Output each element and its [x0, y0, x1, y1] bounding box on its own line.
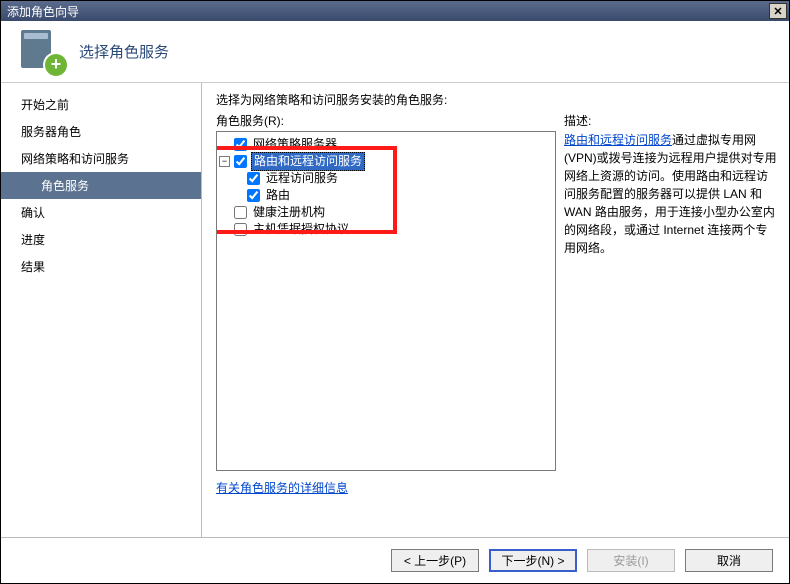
step-nps-access[interactable]: 网络策略和访问服务: [1, 145, 201, 172]
checkbox-hra[interactable]: [234, 206, 247, 219]
wizard-header: + 选择角色服务: [1, 21, 789, 83]
tree-item-remote-access[interactable]: 远程访问服务: [219, 170, 553, 187]
prev-button[interactable]: < 上一步(P): [391, 549, 479, 572]
page-title: 选择角色服务: [79, 41, 169, 62]
wizard-icon: +: [21, 30, 65, 74]
description-area: 描述: 路由和远程访问服务通过虚拟专用网(VPN)或拨号连接为远程用户提供对专用…: [564, 112, 777, 537]
more-info-row: 有关角色服务的详细信息: [216, 479, 556, 496]
tree-item-nps[interactable]: 网络策略服务器: [219, 136, 553, 153]
tree-label: 网络策略服务器: [251, 136, 339, 153]
checkbox-nps[interactable]: [234, 138, 247, 151]
checkbox-hcap[interactable]: [234, 223, 247, 236]
tree-label: 路由和远程访问服务: [251, 152, 365, 171]
wizard-body: 开始之前 服务器角色 网络策略和访问服务 角色服务 确认 进度 结果 选择为网络…: [1, 83, 789, 537]
role-services-area: 角色服务(R): 网络策略服务器 − 路由和远程访问服务: [216, 112, 556, 537]
tree-label: 远程访问服务: [264, 170, 340, 187]
close-icon: ✕: [773, 5, 782, 18]
tree-item-hcap[interactable]: 主机凭据授权协议: [219, 221, 553, 238]
step-progress[interactable]: 进度: [1, 226, 201, 253]
checkbox-rras[interactable]: [234, 155, 247, 168]
steps-sidebar: 开始之前 服务器角色 网络策略和访问服务 角色服务 确认 进度 结果: [1, 83, 201, 537]
cancel-button[interactable]: 取消: [685, 549, 773, 572]
wizard-footer: < 上一步(P) 下一步(N) > 安装(I) 取消: [1, 537, 789, 583]
content-pane: 选择为网络策略和访问服务安装的角色服务: 角色服务(R): 网络策略服务器 −: [201, 83, 789, 537]
tree-label: 主机凭据授权协议: [251, 221, 351, 238]
description-link[interactable]: 路由和远程访问服务: [564, 133, 672, 147]
close-button[interactable]: ✕: [769, 3, 787, 19]
window-title: 添加角色向导: [7, 3, 79, 20]
step-confirm[interactable]: 确认: [1, 199, 201, 226]
role-services-tree[interactable]: 网络策略服务器 − 路由和远程访问服务 远程访问服务: [216, 131, 556, 471]
tree-item-routing[interactable]: 路由: [219, 187, 553, 204]
checkbox-remote-access[interactable]: [247, 172, 260, 185]
role-services-label: 角色服务(R):: [216, 112, 556, 129]
tree-item-rras[interactable]: − 路由和远程访问服务: [219, 153, 553, 170]
tree-label: 健康注册机构: [251, 204, 327, 221]
instruction-text: 选择为网络策略和访问服务安装的角色服务:: [216, 91, 777, 108]
description-text: 路由和远程访问服务通过虚拟专用网(VPN)或拨号连接为远程用户提供对专用网络上资…: [564, 131, 777, 257]
wizard-window: 添加角色向导 ✕ + 选择角色服务 开始之前 服务器角色 网络策略和访问服务 角…: [0, 0, 790, 584]
step-role-services[interactable]: 角色服务: [1, 172, 201, 199]
content-row: 角色服务(R): 网络策略服务器 − 路由和远程访问服务: [216, 112, 777, 537]
install-button: 安装(I): [587, 549, 675, 572]
next-button[interactable]: 下一步(N) >: [489, 549, 577, 572]
step-results[interactable]: 结果: [1, 253, 201, 280]
step-server-roles[interactable]: 服务器角色: [1, 118, 201, 145]
tree-label: 路由: [264, 187, 292, 204]
tree-item-hra[interactable]: 健康注册机构: [219, 204, 553, 221]
titlebar: 添加角色向导 ✕: [1, 1, 789, 21]
add-icon: +: [45, 54, 67, 76]
description-label: 描述:: [564, 112, 777, 129]
collapse-icon[interactable]: −: [219, 156, 230, 167]
step-before-begin[interactable]: 开始之前: [1, 91, 201, 118]
checkbox-routing[interactable]: [247, 189, 260, 202]
more-info-link[interactable]: 有关角色服务的详细信息: [216, 481, 348, 495]
description-body: 通过虚拟专用网(VPN)或拨号连接为远程用户提供对专用网络上资源的访问。使用路由…: [564, 133, 777, 255]
